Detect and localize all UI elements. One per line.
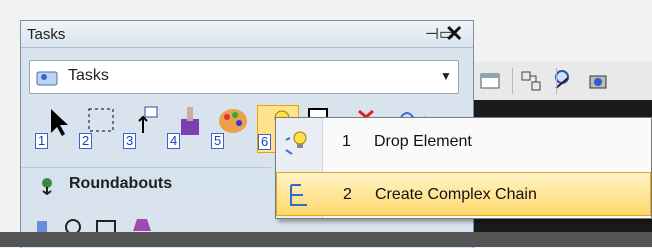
tool-number: 3 (123, 133, 137, 149)
background-toolbar (470, 62, 652, 101)
menu-item-create-complex-chain[interactable]: 2 Create Complex Chain (276, 172, 651, 216)
task-select-dropdown[interactable]: Tasks ▼ (29, 60, 459, 94)
toolbar-separator (512, 68, 513, 94)
panel-titlebar: Tasks ⊣▭ ✕ (21, 21, 473, 48)
menu-item-drop-element[interactable]: 1 Drop Element (276, 120, 651, 164)
tool-5[interactable]: 5 (211, 105, 251, 151)
toolbar-separator (556, 68, 557, 94)
tool-3[interactable]: 3 (123, 105, 163, 151)
tool-4[interactable]: 4 (167, 105, 207, 151)
window-icon[interactable] (480, 72, 500, 90)
menu-item-label: Create Complex Chain (375, 186, 537, 203)
tool-flyout-menu: 1 Drop Element 2 Create Complex Chain (275, 117, 652, 219)
close-icon[interactable]: ✕ (445, 21, 463, 47)
layout-icon[interactable] (520, 70, 542, 92)
tasks-icon (36, 71, 58, 86)
section-label: Roundabouts (69, 175, 173, 192)
roundabout-icon (42, 178, 52, 195)
dropdown-selected: Tasks (68, 67, 109, 84)
camera-icon[interactable] (588, 70, 610, 92)
tool-number: 2 (79, 133, 93, 149)
bottom-shadow-bar (0, 232, 652, 247)
menu-item-label: Drop Element (374, 133, 472, 150)
search-tool-icon[interactable] (550, 68, 576, 92)
panel-title: Tasks (27, 26, 66, 43)
complex-chain-icon (290, 184, 307, 206)
menu-item-number: 2 (343, 186, 352, 203)
chevron-down-icon[interactable]: ▼ (440, 69, 452, 83)
tool-number: 5 (211, 133, 225, 149)
tool-number: 1 (35, 133, 49, 149)
menu-item-number: 1 (342, 133, 351, 150)
tool-number: 4 (167, 133, 181, 149)
drop-element-icon (285, 131, 307, 155)
tool-1[interactable]: 1 (35, 105, 75, 151)
tool-number: 6 (258, 134, 272, 150)
section-roundabouts[interactable]: Roundabouts (21, 167, 271, 200)
tool-2[interactable]: 2 (79, 105, 119, 151)
